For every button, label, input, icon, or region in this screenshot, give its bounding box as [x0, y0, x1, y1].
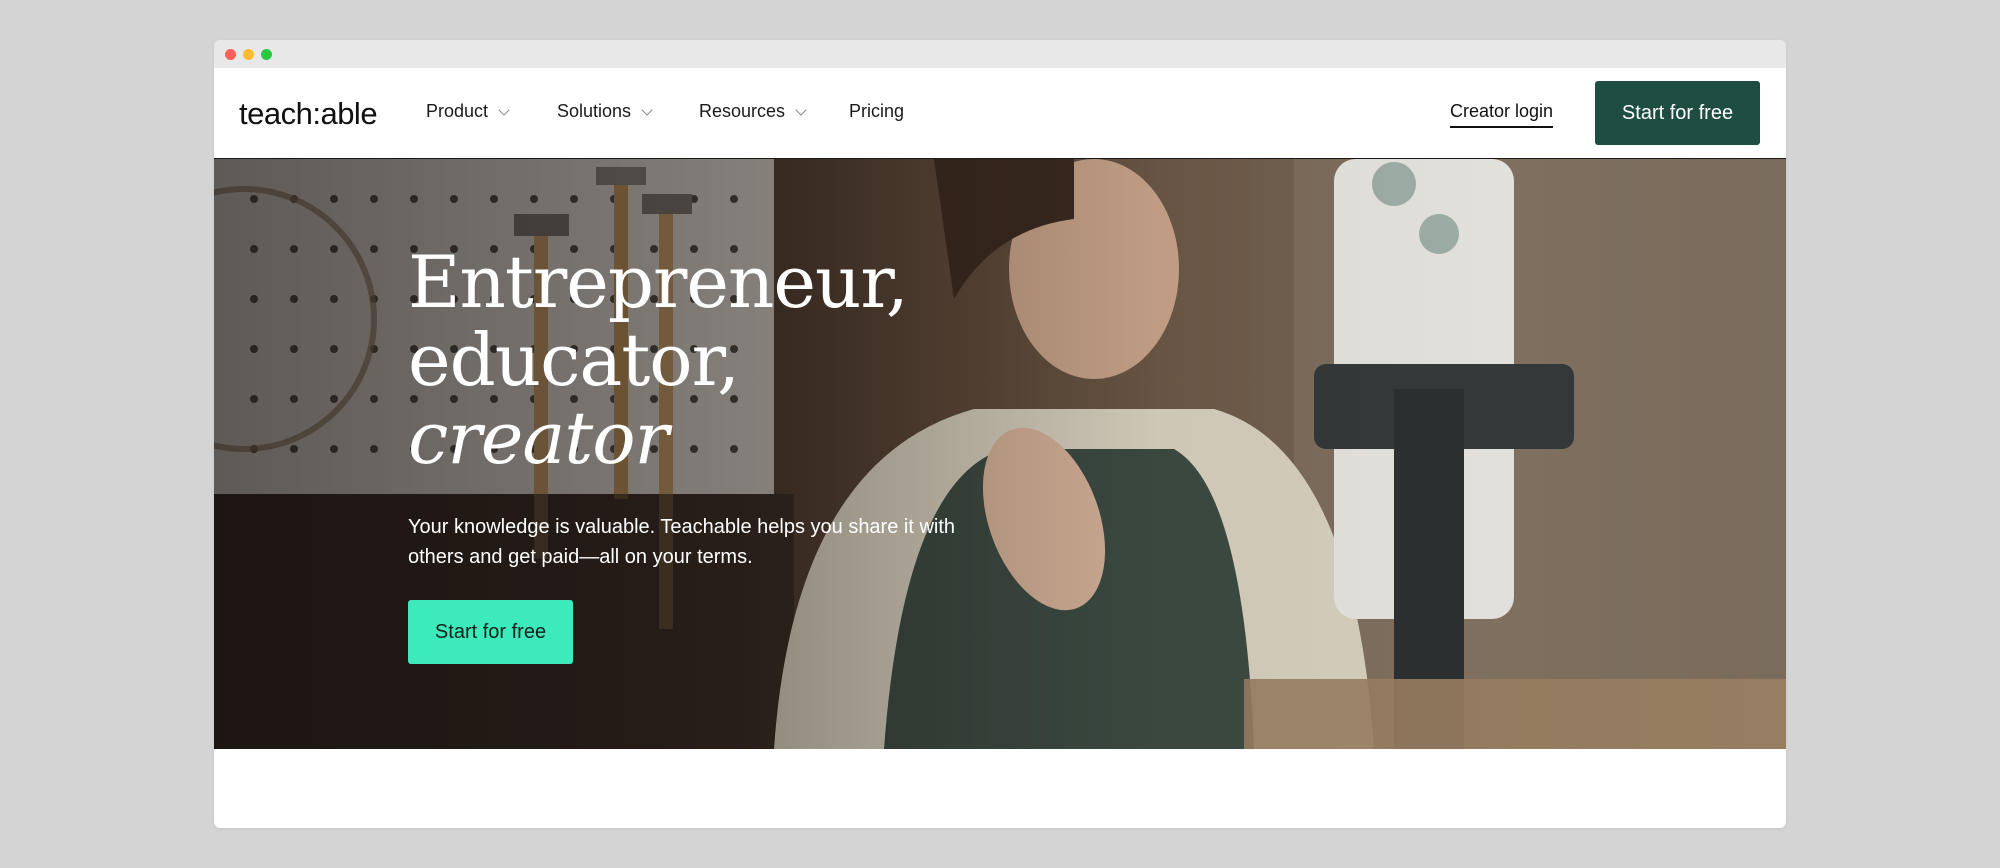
chevron-down-icon [795, 103, 807, 116]
window-titlebar [214, 40, 1786, 68]
minimize-window-dot[interactable] [243, 49, 254, 60]
headline-line-emphasis: creator [408, 396, 669, 480]
hero-start-for-free-button[interactable]: Start for free [408, 600, 573, 664]
start-for-free-button[interactable]: Start for free [1595, 81, 1760, 145]
browser-window: teach:able Product Solutions Resources P… [214, 40, 1786, 828]
nav-item-pricing[interactable]: Pricing [849, 101, 904, 122]
creator-login-link[interactable]: Creator login [1450, 101, 1554, 128]
nav-item-solutions[interactable]: Solutions [557, 101, 653, 122]
nav-item-label: Product [426, 101, 489, 121]
hero-subtext: Your knowledge is valuable. Teachable he… [408, 516, 956, 568]
teachable-logo[interactable]: teach:able [239, 96, 378, 132]
site-header: teach:able Product Solutions Resources P… [214, 68, 1786, 160]
nav-item-label: Resources [699, 101, 786, 121]
maximize-window-dot[interactable] [261, 49, 272, 60]
chevron-down-icon [641, 103, 653, 116]
nav-item-label: Solutions [557, 101, 632, 121]
headline-line: educator, [408, 318, 740, 402]
close-window-dot[interactable] [225, 49, 236, 60]
nav-item-resources[interactable]: Resources [699, 101, 807, 122]
nav-item-label: Pricing [849, 101, 905, 121]
hero-section: Entrepreneur, educator, creator Your kno… [214, 159, 1786, 749]
headline-line: Entrepreneur, [408, 240, 909, 324]
nav-item-product[interactable]: Product [426, 101, 510, 122]
chevron-down-icon [498, 103, 510, 116]
hero-headline: Entrepreneur, educator, creator [408, 240, 909, 480]
